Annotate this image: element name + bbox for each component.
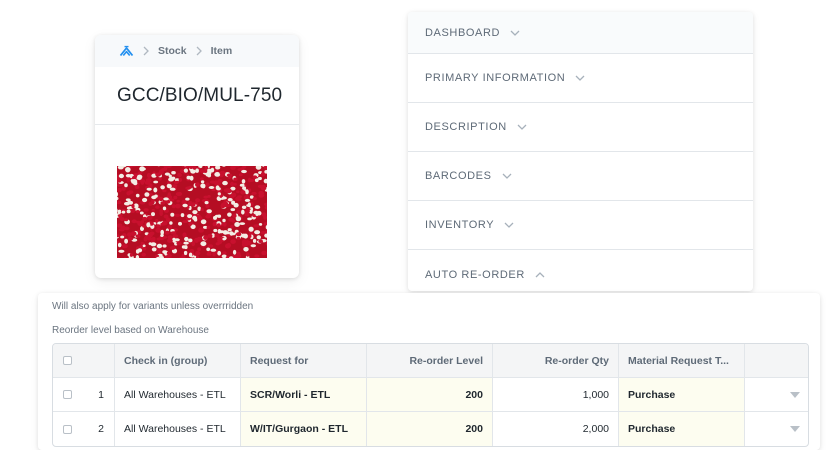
item-image[interactable]: [117, 166, 267, 258]
section-auto-re-order[interactable]: AUTO RE-ORDER: [408, 250, 753, 291]
chevron-up-icon: [535, 271, 545, 278]
cell-material-request-type[interactable]: Purchase: [619, 378, 745, 411]
row-action-caret-icon[interactable]: [790, 391, 800, 398]
row-checkbox[interactable]: [62, 424, 72, 434]
select-all-checkbox[interactable]: [62, 356, 72, 365]
section-label: DESCRIPTION: [425, 121, 507, 133]
row-index: 1: [81, 378, 115, 411]
reorder-levels-label: Reorder level based on Warehouse: [52, 325, 209, 336]
item-card: Stock Item GCC/BIO/MUL-750: [95, 35, 299, 278]
chevron-down-icon: [510, 30, 520, 36]
breadcrumb-stock[interactable]: Stock: [158, 45, 187, 57]
item-title: GCC/BIO/MUL-750: [117, 84, 283, 106]
reorder-levels-table: Check in (group) Request for Re-order Le…: [52, 343, 809, 447]
chevron-right-icon: [196, 46, 202, 56]
section-description[interactable]: DESCRIPTION: [408, 103, 753, 152]
section-label: PRIMARY INFORMATION: [425, 72, 566, 84]
row-index: 2: [81, 412, 115, 446]
col-header-request-for: Request for: [241, 344, 367, 377]
section-label: DASHBOARD: [425, 26, 501, 39]
chevron-right-icon: [143, 46, 149, 56]
cell-check-in-group[interactable]: All Warehouses - ETL: [115, 378, 241, 411]
cell-reorder-qty[interactable]: 1,000: [493, 378, 619, 411]
chevron-down-icon: [502, 173, 512, 179]
cell-reorder-qty[interactable]: 2,000: [493, 412, 619, 446]
cell-request-for[interactable]: SCR/Worli - ETL: [241, 378, 367, 411]
table-row[interactable]: 1 All Warehouses - ETL SCR/Worli - ETL 2…: [53, 378, 808, 412]
breadcrumb: Stock Item: [95, 35, 299, 67]
breadcrumb-item[interactable]: Item: [211, 45, 233, 57]
cell-reorder-level[interactable]: 200: [367, 378, 493, 411]
variants-help-text: Will also apply for variants unless over…: [52, 301, 254, 312]
table-row[interactable]: 2 All Warehouses - ETL W/IT/Gurgaon - ET…: [53, 412, 808, 446]
col-header-reorder-qty: Re-order Qty: [493, 344, 619, 377]
row-checkbox[interactable]: [62, 390, 72, 399]
section-label: BARCODES: [425, 170, 492, 182]
row-action-caret-icon[interactable]: [790, 426, 800, 432]
table-header: Check in (group) Request for Re-order Le…: [53, 344, 808, 378]
col-header-check-in-group: Check in (group): [115, 344, 241, 377]
chevron-down-icon: [504, 222, 514, 228]
section-barcodes[interactable]: BARCODES: [408, 152, 753, 201]
section-list: DASHBOARD PRIMARY INFORMATION DESCRIPTIO…: [408, 12, 753, 291]
section-primary-information[interactable]: PRIMARY INFORMATION: [408, 54, 753, 103]
chevron-down-icon: [575, 75, 585, 81]
section-dashboard[interactable]: DASHBOARD: [408, 12, 753, 54]
col-header-reorder-level: Re-order Level: [367, 344, 493, 377]
auto-reorder-panel: Will also apply for variants unless over…: [38, 293, 820, 450]
home-logo-icon[interactable]: [119, 45, 134, 57]
cell-check-in-group[interactable]: All Warehouses - ETL: [115, 412, 241, 446]
col-header-material-request-type: Material Request T...: [619, 344, 745, 377]
cell-material-request-type[interactable]: Purchase: [619, 412, 745, 446]
cell-request-for[interactable]: W/IT/Gurgaon - ETL: [241, 412, 367, 446]
section-inventory[interactable]: INVENTORY: [408, 201, 753, 250]
section-label: INVENTORY: [425, 219, 495, 231]
cell-reorder-level[interactable]: 200: [367, 412, 493, 446]
chevron-down-icon: [517, 124, 527, 130]
section-label: AUTO RE-ORDER: [425, 268, 525, 281]
